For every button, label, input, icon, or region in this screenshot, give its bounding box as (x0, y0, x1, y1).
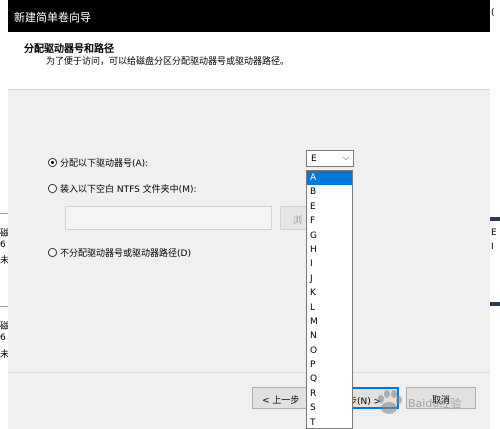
drive-option[interactable]: T (307, 416, 352, 428)
drive-option[interactable]: A (307, 171, 352, 186)
drive-option[interactable]: Q (307, 372, 352, 386)
radio-mount-ntfs-folder[interactable]: 装入以下空白 NTFS 文件夹中(M): (48, 182, 197, 195)
radio-label: 装入以下空白 NTFS 文件夹中(M): (60, 185, 197, 195)
background-divider (0, 306, 8, 307)
new-simple-volume-wizard: 新建简单卷向导 分配驱动器号和路径 为了便于访问，可以给磁盘分区分配驱动器号或驱… (8, 0, 490, 429)
baidu-watermark: Baidu经验 (374, 389, 474, 417)
drive-option[interactable]: S (307, 401, 352, 415)
drive-option[interactable]: G (307, 229, 352, 243)
background-window-left: 磁 6 未 磁 6 未 (0, 0, 9, 429)
drive-option[interactable]: O (307, 344, 352, 358)
footer-divider (8, 372, 490, 373)
drive-letter-select[interactable]: E ⌵ (306, 150, 354, 167)
drive-option[interactable]: F (307, 214, 352, 228)
background-window-right: ( E I (490, 0, 500, 429)
drive-option[interactable]: H (307, 243, 352, 257)
background-divider (0, 213, 8, 214)
title-bar[interactable]: 新建简单卷向导 (8, 0, 490, 32)
drive-option[interactable]: K (307, 286, 352, 300)
wizard-header: 分配驱动器号和路径 为了便于访问，可以给磁盘分区分配驱动器号或驱动器路径。 (8, 32, 490, 90)
radio-unchecked-icon[interactable] (48, 248, 57, 257)
drive-option[interactable]: R (307, 387, 352, 401)
drive-option[interactable]: J (307, 272, 352, 286)
back-label: < 上一步 (262, 396, 300, 406)
radio-label: 不分配驱动器号或驱动器路径(D) (60, 249, 191, 259)
drive-option[interactable]: I (307, 257, 352, 271)
radio-unchecked-icon[interactable] (48, 184, 57, 193)
background-text: I (491, 242, 494, 252)
drive-letter-dropdown-list[interactable]: A B E F G H I J K L M N O P Q R S T (306, 170, 353, 429)
radio-checked-icon[interactable] (48, 158, 57, 167)
paw-icon (378, 390, 402, 414)
drive-option[interactable]: L (307, 301, 352, 315)
background-text: 6 (0, 333, 6, 343)
background-text: ( (491, 8, 495, 18)
window-title: 新建简单卷向导 (14, 11, 91, 24)
radio-no-drive-letter[interactable]: 不分配驱动器号或驱动器路径(D) (48, 246, 191, 259)
radio-label: 分配以下驱动器号(A): (60, 159, 149, 169)
drive-option[interactable]: M (307, 315, 352, 329)
mount-path-input[interactable] (65, 206, 272, 230)
radio-assign-drive-letter[interactable]: 分配以下驱动器号(A): (48, 156, 148, 169)
background-text: 6 (0, 240, 6, 250)
drive-option[interactable]: N (307, 329, 352, 343)
page-title: 分配驱动器号和路径 (24, 44, 114, 55)
chevron-down-icon: ⌵ (342, 153, 349, 162)
background-text: E (491, 228, 497, 238)
drive-option[interactable]: P (307, 358, 352, 372)
background-volume-bar (490, 217, 500, 221)
drive-option[interactable]: E (307, 200, 352, 214)
drive-letter-value: E (311, 154, 317, 164)
drive-option[interactable]: B (307, 185, 352, 199)
browse-label: 浏 (293, 216, 303, 226)
watermark-text: Baidu经验 (408, 397, 462, 410)
background-volume-bar (490, 302, 500, 306)
page-subtitle: 为了便于访问，可以给磁盘分区分配驱动器号或驱动器路径。 (46, 57, 290, 67)
